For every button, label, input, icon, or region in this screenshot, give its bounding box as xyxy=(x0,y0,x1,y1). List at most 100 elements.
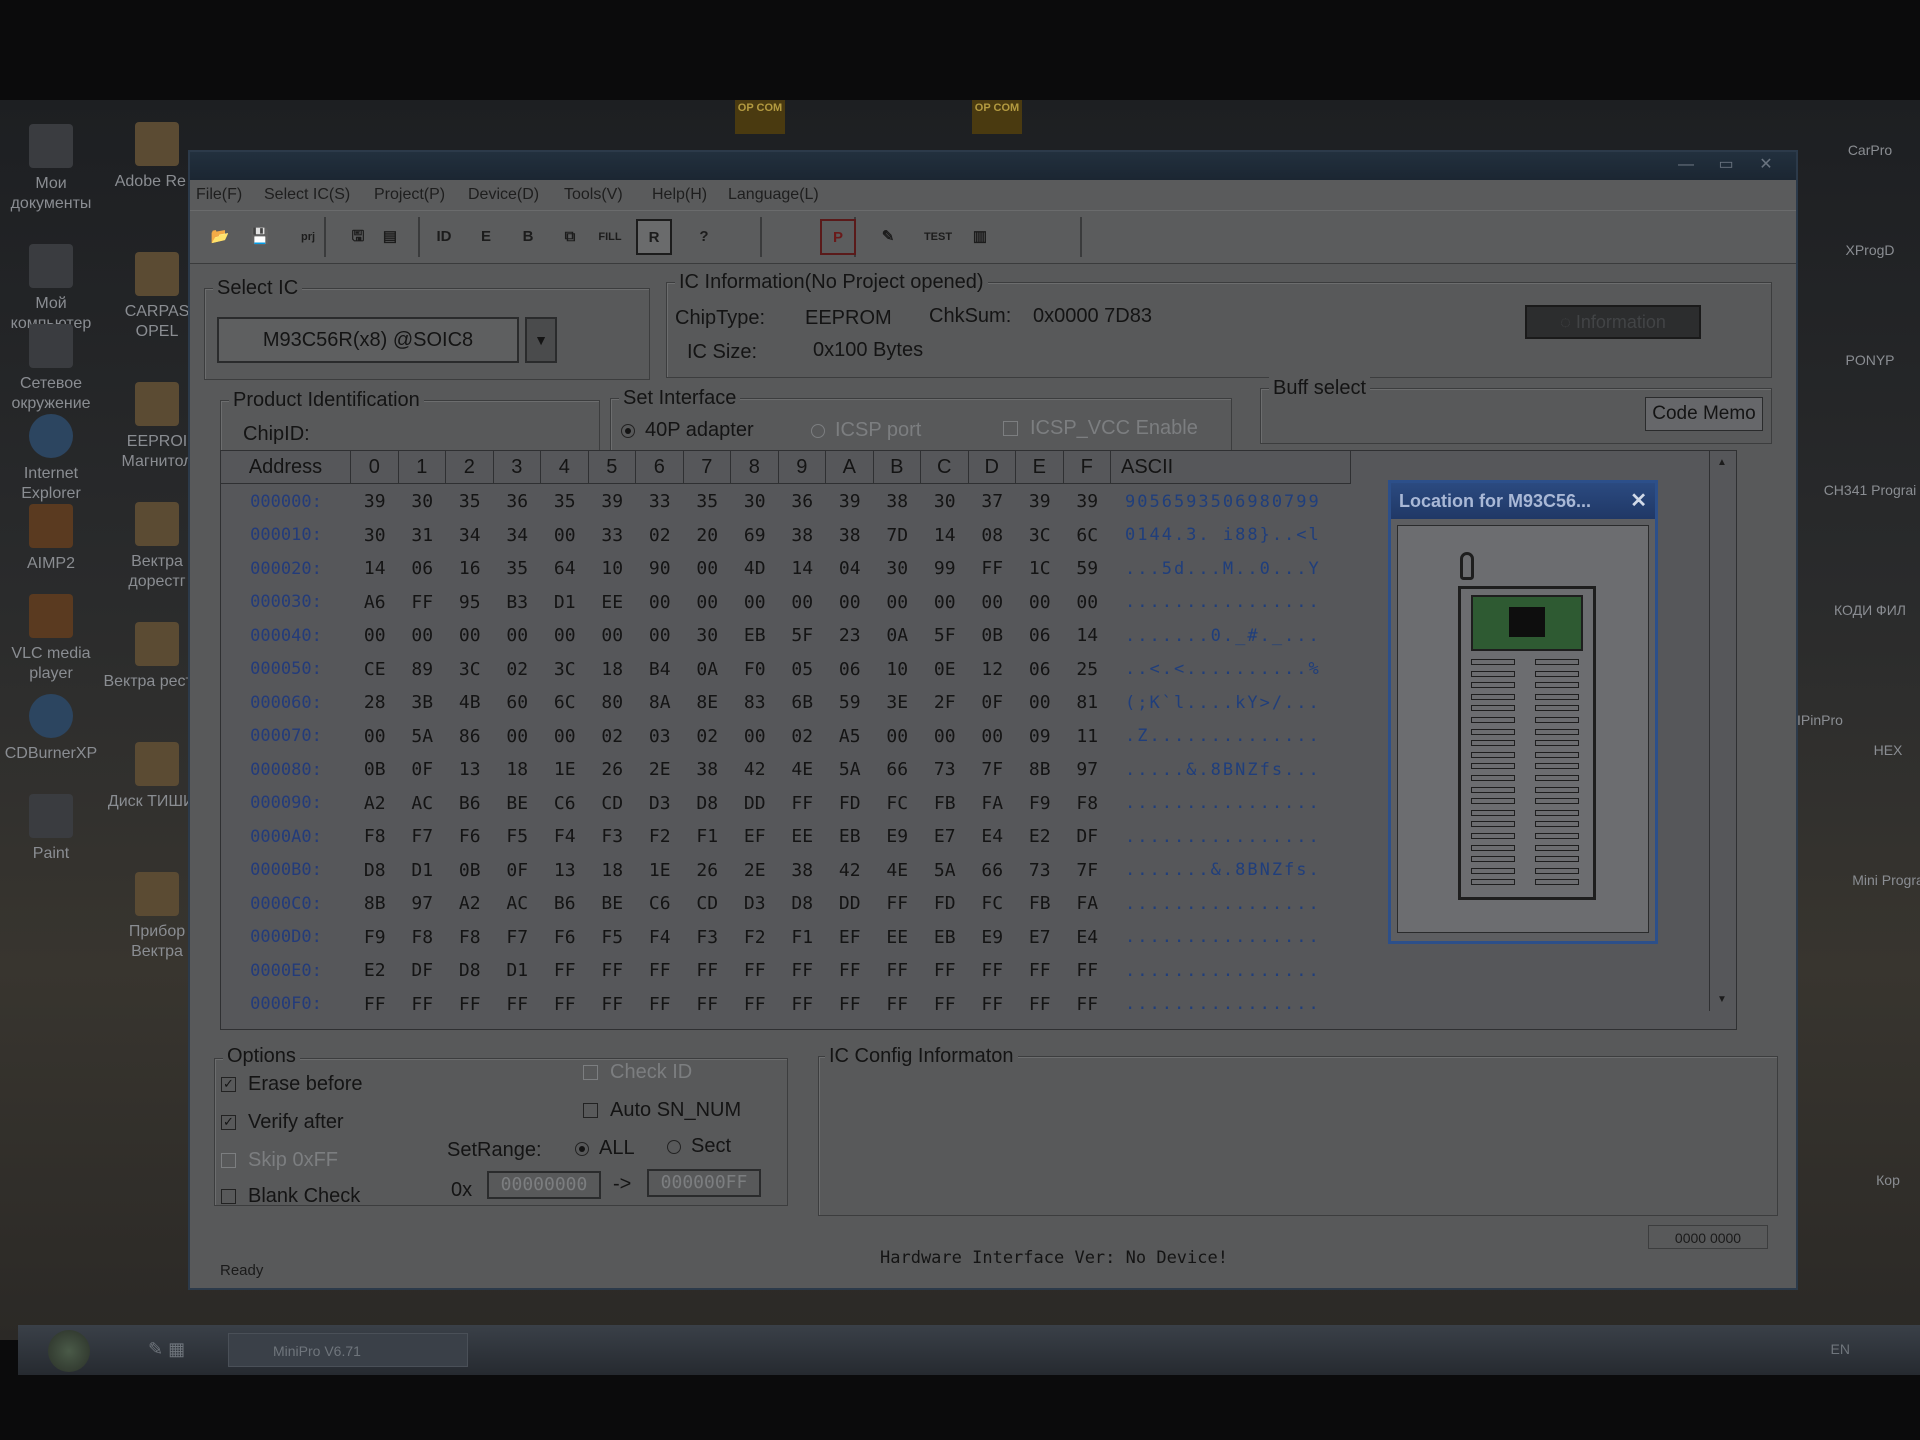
hex-byte[interactable]: AC xyxy=(494,893,542,914)
hex-byte[interactable]: D8 xyxy=(351,860,399,881)
hex-byte[interactable]: 11 xyxy=(1064,726,1112,747)
hex-byte[interactable]: E4 xyxy=(969,826,1017,847)
hex-byte[interactable]: 97 xyxy=(399,893,447,914)
hex-byte[interactable]: FF xyxy=(874,994,922,1015)
hex-byte[interactable]: 2E xyxy=(731,860,779,881)
hex-byte[interactable]: 0B xyxy=(351,759,399,780)
hex-byte[interactable]: FF xyxy=(921,994,969,1015)
hex-byte[interactable]: 00 xyxy=(921,726,969,747)
hex-byte[interactable]: 00 xyxy=(636,625,684,646)
popup-titlebar[interactable]: Location for M93C56... ✕ xyxy=(1391,483,1655,519)
hex-byte[interactable]: 06 xyxy=(1016,625,1064,646)
hex-byte[interactable]: FF xyxy=(731,994,779,1015)
hex-byte[interactable]: D1 xyxy=(541,592,589,613)
desktop-icon[interactable]: CarPro xyxy=(1822,140,1918,160)
hex-byte[interactable]: FA xyxy=(1064,893,1112,914)
hex-byte[interactable]: 02 xyxy=(636,525,684,546)
hex-byte[interactable]: 02 xyxy=(684,726,732,747)
desktop-icon[interactable]: CDBurnerXP xyxy=(0,694,106,764)
hex-byte[interactable]: EE xyxy=(589,592,637,613)
hex-byte[interactable]: 5A xyxy=(399,726,447,747)
hex-byte[interactable]: B3 xyxy=(494,592,542,613)
hex-byte[interactable]: FD xyxy=(921,893,969,914)
hex-byte[interactable]: 00 xyxy=(351,726,399,747)
start-button[interactable] xyxy=(48,1330,90,1372)
hex-byte[interactable]: 00 xyxy=(1016,592,1064,613)
hex-byte[interactable]: EF xyxy=(826,927,874,948)
hex-byte[interactable]: FF xyxy=(779,994,827,1015)
checkbox-erase-before[interactable]: ✓ Erase before xyxy=(221,1073,363,1096)
hex-byte[interactable]: 3C xyxy=(1016,525,1064,546)
hex-byte[interactable]: FF xyxy=(636,994,684,1015)
hex-byte[interactable]: 95 xyxy=(446,592,494,613)
hex-byte[interactable]: BE xyxy=(494,793,542,814)
hex-byte[interactable]: A2 xyxy=(446,893,494,914)
desktop-icon[interactable]: PONYP xyxy=(1822,350,1918,370)
hex-byte[interactable]: 1E xyxy=(636,860,684,881)
hex-byte[interactable]: D3 xyxy=(636,793,684,814)
hex-byte[interactable]: C6 xyxy=(541,793,589,814)
hex-byte[interactable]: 00 xyxy=(494,726,542,747)
window-titlebar[interactable]: — ▭ ✕ xyxy=(190,152,1796,180)
hex-byte[interactable]: 02 xyxy=(494,659,542,680)
hex-byte[interactable]: FF xyxy=(731,960,779,981)
range-start-field[interactable]: 00000000 xyxy=(487,1171,601,1199)
hex-byte[interactable]: 36 xyxy=(779,491,827,512)
hex-byte[interactable]: 14 xyxy=(351,558,399,579)
hex-byte[interactable]: 30 xyxy=(921,491,969,512)
hex-byte[interactable]: 5A xyxy=(921,860,969,881)
hex-byte[interactable]: 12 xyxy=(969,659,1017,680)
hex-byte[interactable]: 42 xyxy=(731,759,779,780)
hex-byte[interactable]: 18 xyxy=(589,860,637,881)
hex-byte[interactable]: 00 xyxy=(446,625,494,646)
quick-launch-icon[interactable]: ✎ ▦ xyxy=(148,1339,185,1360)
test-icon[interactable]: TEST xyxy=(920,219,956,255)
hex-byte[interactable]: 00 xyxy=(684,592,732,613)
chip-icon[interactable]: ▤ xyxy=(372,219,408,255)
hex-byte[interactable]: 00 xyxy=(494,625,542,646)
hex-byte[interactable]: F5 xyxy=(494,826,542,847)
hex-byte[interactable]: D3 xyxy=(731,893,779,914)
hex-byte[interactable]: 16 xyxy=(446,558,494,579)
hex-byte[interactable]: 08 xyxy=(969,525,1017,546)
hex-byte[interactable]: F7 xyxy=(399,826,447,847)
hex-byte[interactable]: FF xyxy=(589,994,637,1015)
hex-byte[interactable]: DF xyxy=(399,960,447,981)
hex-byte[interactable]: B6 xyxy=(446,793,494,814)
desktop-icon[interactable]: Мои документы xyxy=(0,124,106,214)
program-icon[interactable]: P xyxy=(820,219,856,255)
hex-byte[interactable]: 00 xyxy=(589,625,637,646)
hex-byte[interactable]: 02 xyxy=(779,726,827,747)
hex-byte[interactable]: FF xyxy=(826,994,874,1015)
hex-byte[interactable]: F6 xyxy=(541,927,589,948)
hex-byte[interactable]: 00 xyxy=(874,592,922,613)
hex-byte[interactable]: FF xyxy=(541,994,589,1015)
menu-project[interactable]: Project(P) xyxy=(374,186,445,204)
hex-byte[interactable]: 35 xyxy=(494,558,542,579)
hex-byte[interactable]: 05 xyxy=(779,659,827,680)
hex-byte[interactable]: F4 xyxy=(541,826,589,847)
hex-byte[interactable]: FC xyxy=(874,793,922,814)
checkbox-icsp-vcc[interactable]: ICSP_VCC Enable xyxy=(1003,417,1198,440)
hex-byte[interactable]: CD xyxy=(589,793,637,814)
read-icon[interactable]: R xyxy=(636,219,672,255)
close-icon[interactable]: ✕ xyxy=(1748,154,1784,176)
hex-byte[interactable]: 00 xyxy=(969,726,1017,747)
hex-byte[interactable]: 4E xyxy=(874,860,922,881)
hex-byte[interactable]: 38 xyxy=(779,860,827,881)
hex-byte[interactable]: E2 xyxy=(351,960,399,981)
copy-icon[interactable]: ⧉ xyxy=(552,219,588,255)
radio-range-sect[interactable]: Sect xyxy=(667,1135,731,1158)
socket-icon[interactable]: ▥ xyxy=(962,219,998,255)
checkbox-check-id[interactable]: Check ID xyxy=(583,1061,692,1084)
checkbox-auto-sn[interactable]: Auto SN_NUM xyxy=(583,1099,741,1122)
hex-byte[interactable]: DD xyxy=(731,793,779,814)
blank-check-icon[interactable]: B xyxy=(510,219,546,255)
hex-byte[interactable]: FF xyxy=(399,994,447,1015)
range-end-field[interactable]: 000000FF xyxy=(647,1169,761,1197)
hex-byte[interactable]: 89 xyxy=(399,659,447,680)
hex-byte[interactable]: F2 xyxy=(731,927,779,948)
hex-byte[interactable]: F3 xyxy=(684,927,732,948)
menu-language[interactable]: Language(L) xyxy=(728,186,819,204)
hex-byte[interactable]: 1C xyxy=(1016,558,1064,579)
